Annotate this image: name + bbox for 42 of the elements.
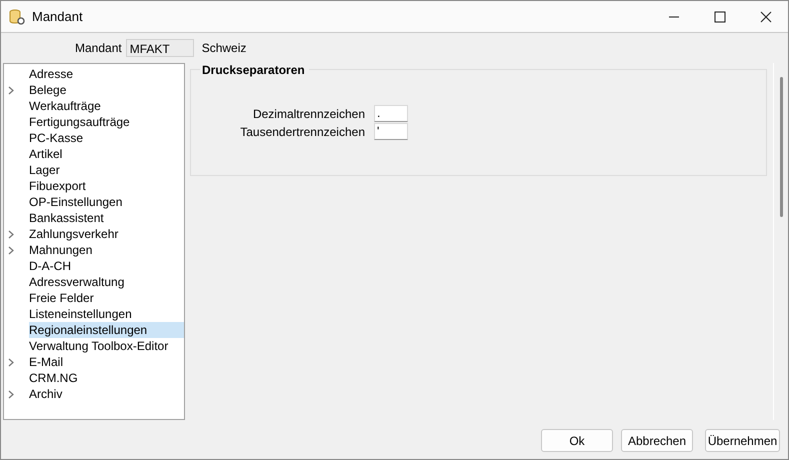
window-title: Mandant xyxy=(32,9,84,24)
tree-item[interactable]: Lager xyxy=(29,162,184,178)
tree-item[interactable]: Artikel xyxy=(29,146,184,162)
tree-item[interactable]: D-A-CH xyxy=(29,258,184,274)
expand-icon[interactable] xyxy=(8,86,15,94)
mandant-field: MFAKT xyxy=(126,39,194,57)
group-title: Druckseparatoren xyxy=(200,63,309,77)
tree-item[interactable]: Adressverwaltung xyxy=(29,274,184,290)
tree-item[interactable]: Adresse xyxy=(29,66,184,82)
tree-item[interactable]: E-Mail xyxy=(29,354,184,370)
expand-icon[interactable] xyxy=(8,246,15,254)
tree-item[interactable]: Zahlungsverkehr xyxy=(29,226,184,242)
input-field[interactable]: . xyxy=(374,105,408,122)
field-label: Dezimaltrennzeichen xyxy=(252,106,365,120)
tree-item[interactable]: Archiv xyxy=(29,386,184,402)
tree-item[interactable]: Mahnungen xyxy=(29,242,184,258)
input-field[interactable]: ' xyxy=(374,123,408,140)
scrollbar-thumb[interactable] xyxy=(780,77,782,217)
expand-icon[interactable] xyxy=(8,358,15,366)
app-icon xyxy=(8,8,26,26)
tree-item[interactable]: Regionaleinstellungen xyxy=(29,322,184,338)
field-label: Tausendertrennzeichen xyxy=(239,124,365,138)
tree-item[interactable]: Belege xyxy=(29,82,184,98)
tree-item[interactable]: Werkaufträge xyxy=(29,98,184,114)
tree-item[interactable]: PC-Kasse xyxy=(29,130,184,146)
maximize-icon[interactable] xyxy=(714,10,726,22)
tree-item[interactable]: Fertigungsaufträge xyxy=(29,114,184,130)
dialog-button[interactable]: Abbrechen xyxy=(621,429,693,452)
close-icon[interactable] xyxy=(760,10,772,22)
dialog-button[interactable]: Ok xyxy=(541,429,613,452)
mandant-name: Schweiz xyxy=(202,41,246,55)
tree-item[interactable]: CRM.NG xyxy=(29,370,184,386)
expand-icon[interactable] xyxy=(8,390,15,398)
expand-icon[interactable] xyxy=(8,230,15,238)
tree-item[interactable]: Verwaltung Toolbox-Editor xyxy=(29,338,184,354)
tree-item[interactable]: OP-Einstellungen xyxy=(29,194,184,210)
tree-item[interactable]: Freie Felder xyxy=(29,290,184,306)
mandant-label: Mandant xyxy=(75,41,122,55)
dialog-button[interactable]: Übernehmen xyxy=(705,429,780,452)
tree-item[interactable]: Bankassistent xyxy=(29,210,184,226)
tree-item[interactable]: Listeneinstellungen xyxy=(29,306,184,322)
tree-item[interactable]: Fibuexport xyxy=(29,178,184,194)
